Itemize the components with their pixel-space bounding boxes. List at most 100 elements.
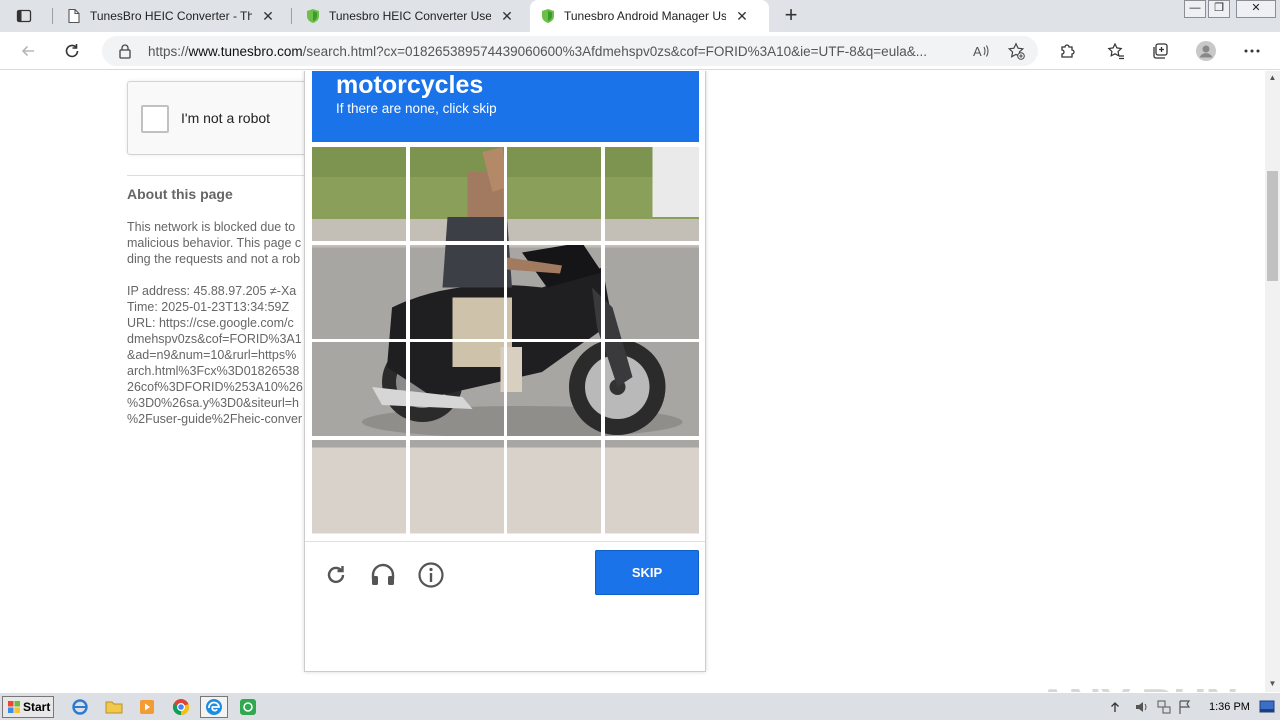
start-label: Start [23,700,51,714]
action-center-flag-icon[interactable] [1178,699,1192,715]
address-bar[interactable]: https://www.tunesbro.com/search.html?cx=… [102,36,1038,66]
captcha-tile[interactable] [604,147,699,241]
tab-actions-icon [16,9,32,23]
windows-flag-icon [8,701,20,713]
scrollbar-thumb[interactable] [1267,171,1278,281]
taskbar: Start 1:36 PM [0,692,1280,720]
volume-icon[interactable] [1134,699,1150,715]
captcha-tile[interactable] [604,244,699,339]
tab-close-button[interactable]: ✕ [499,8,515,25]
back-arrow-icon [21,45,34,57]
scroll-up-icon[interactable]: ▲ [1268,73,1277,82]
info-icon[interactable] [417,561,445,589]
scroll-down-icon[interactable]: ▼ [1268,679,1277,688]
system-tray [1104,696,1280,718]
extensions-button[interactable] [1058,41,1078,61]
network-icon[interactable] [1156,699,1172,715]
tray-expand-icon[interactable] [1110,701,1120,713]
tab-title: Tunesbro HEIC Converter User G [329,9,491,23]
anyrun-watermark: ANY RUN [1036,673,1239,692]
chrome-icon[interactable] [167,696,195,718]
puzzle-icon [1061,44,1075,58]
url-prefix: https:// [148,44,189,59]
challenge-footer: SKIP [305,541,705,672]
url-host: www.tunesbro.com [188,44,303,59]
svg-text:A: A [973,44,982,59]
captcha-tile[interactable] [312,342,406,436]
captcha-tile[interactable] [312,244,406,339]
ie-icon[interactable] [66,696,94,718]
reload-icon[interactable] [322,561,350,589]
start-button[interactable]: Start [2,696,54,718]
browser-toolbar: https://www.tunesbro.com/search.html?cx=… [0,32,1280,70]
captcha-tile[interactable] [604,439,699,534]
captcha-tile[interactable] [409,342,504,436]
avatar-icon [1196,41,1216,61]
refresh-button[interactable] [60,39,84,63]
read-aloud-icon[interactable]: A [972,42,990,60]
tab-android-manager[interactable]: Tunesbro Android Manager User ✕ [530,0,769,32]
captcha-tile[interactable] [604,342,699,436]
media-player-icon[interactable] [133,696,161,718]
tab-heic-user-guide[interactable]: Tunesbro HEIC Converter User G ✕ [295,0,529,32]
captcha-tile[interactable] [409,439,504,534]
captcha-tile[interactable] [409,147,504,241]
shield-icon [307,9,319,23]
challenge-instruction: If there are none, click skip [336,101,497,116]
tab-actions-button[interactable] [8,4,40,28]
refresh-icon [65,44,79,58]
vertical-scrollbar[interactable]: ▲ ▼ [1265,71,1280,692]
lock-icon [119,44,131,59]
captcha-tile[interactable] [507,244,601,339]
captcha-tile[interactable] [409,244,504,339]
collections-icon [1153,43,1168,59]
back-button[interactable] [16,39,40,63]
minimize-button[interactable]: — [1184,0,1206,18]
tab-separator [52,8,53,24]
watermark-text: ANY RUN [1036,678,1239,692]
tab-title: Tunesbro Android Manager User [564,9,726,23]
edge-icon[interactable] [200,696,228,718]
new-tab-button[interactable]: + [780,4,802,28]
recaptcha-checkbox[interactable] [141,105,169,133]
page-content: I'm not a robot About this page This net… [0,71,1264,692]
more-icon [1244,49,1260,53]
restore-button[interactable]: ❐ [1208,0,1230,18]
captcha-tile[interactable] [507,342,601,436]
collections-button[interactable] [1150,41,1170,61]
clock: 1:36 PM [1209,701,1250,713]
add-favorite-icon[interactable] [1007,42,1025,60]
favorites-button[interactable] [1106,41,1126,61]
skip-button[interactable]: SKIP [595,550,699,595]
folder-icon[interactable] [100,696,128,718]
tab-separator [291,8,292,24]
captcha-tile[interactable] [312,439,406,534]
tab-close-button[interactable]: ✕ [734,8,750,25]
image-grid [312,147,699,533]
show-desktop-icon[interactable] [1259,700,1275,714]
tab-bar: TunesBro HEIC Converter - The ✕ Tunesbro… [0,0,1280,32]
divider [127,175,307,176]
document-icon [68,8,80,24]
about-heading: About this page [127,186,233,202]
url-text: https://www.tunesbro.com/search.html?cx=… [148,44,968,59]
captcha-tile[interactable] [507,439,601,534]
profile-button[interactable] [1196,41,1216,61]
shield-icon [542,9,554,23]
app-icon[interactable] [234,696,262,718]
challenge-header: motorcycles If there are none, click ski… [312,71,699,142]
audio-icon[interactable] [369,561,397,589]
recaptcha-label: I'm not a robot [181,110,271,126]
captcha-tile[interactable] [507,147,601,241]
tab-close-button[interactable]: ✕ [260,8,276,25]
captcha-challenge: motorcycles If there are none, click ski… [304,71,706,672]
tab-heic-converter[interactable]: TunesBro HEIC Converter - The ✕ [56,0,290,32]
favorites-icon [1107,42,1124,60]
settings-menu-button[interactable] [1242,41,1262,61]
window-close-button[interactable]: ✕ [1236,0,1276,18]
challenge-object: motorcycles [336,71,484,99]
request-details: IP address: 45.88.97.205 ≠-Xa Time: 2025… [127,284,303,426]
captcha-tile[interactable] [312,147,406,241]
blocked-message: This network is blocked due to malicious… [127,220,302,266]
tab-title: TunesBro HEIC Converter - The [90,9,252,23]
